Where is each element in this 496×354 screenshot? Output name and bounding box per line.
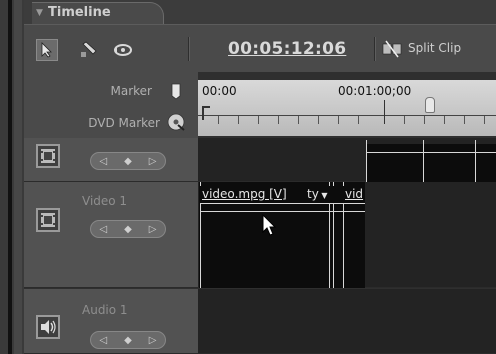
collapse-arrow-icon[interactable]: ▼ [36, 8, 43, 18]
ruler-tick [318, 116, 319, 124]
timeline-window: ▼ Timeline 00:05:12:06 Split Clip Marker… [0, 0, 496, 354]
prev-keyframe-icon[interactable]: ◁ [99, 156, 107, 167]
split-clip-icon[interactable] [382, 40, 402, 58]
current-timecode[interactable]: 00:05:12:06 [228, 39, 346, 59]
add-keyframe-icon[interactable]: ◆ [124, 335, 132, 346]
ruler-header: Marker DVD Marker [24, 72, 198, 138]
panel-title: Timeline [48, 5, 111, 20]
frame-edge-inner [14, 0, 22, 354]
add-keyframe-icon[interactable]: ◆ [124, 156, 132, 167]
ruler-time-mid: 00:01:00;00 [338, 84, 412, 98]
dvd-marker-label: DVD Marker [88, 116, 160, 130]
next-keyframe-icon[interactable]: ▷ [149, 335, 157, 346]
keyframe-navigator[interactable]: ◁ ◆ ▷ [90, 331, 166, 349]
marker-label: Marker [110, 84, 152, 98]
track-name: Video 1 [82, 194, 128, 208]
clip-edge [475, 140, 476, 182]
frame-edge [8, 0, 12, 354]
dvd-marker-icon[interactable] [166, 112, 186, 132]
ruler-baseline [198, 115, 496, 116]
clip-line [366, 152, 496, 153]
keyframe-navigator[interactable]: ◁ ◆ ▷ [90, 220, 166, 238]
toolbar-separator [374, 37, 376, 61]
arrow-icon [41, 42, 52, 58]
ruler-tick [424, 116, 425, 124]
razor-tool-button[interactable] [78, 39, 100, 61]
clip-edge [423, 140, 424, 182]
ruler-tick [278, 116, 279, 124]
clip-opacity-line[interactable] [200, 211, 365, 212]
ruler-tick [484, 116, 485, 124]
clip-upper-track[interactable] [366, 144, 496, 182]
filmstrip-icon[interactable] [36, 208, 60, 232]
ruler-time-start: 00:00 [202, 84, 237, 98]
ruler-tick [444, 116, 445, 124]
ruler-tick [258, 116, 259, 124]
track-header-audio-1: Audio 1 ◁ ◆ ▷ [24, 289, 198, 354]
in-point-marker[interactable] [202, 106, 210, 120]
prev-keyframe-icon[interactable]: ◁ [99, 224, 107, 235]
ruler-tick [358, 116, 359, 124]
ruler-tick [338, 116, 339, 124]
zoom-tool-button[interactable] [112, 39, 134, 61]
next-keyframe-icon[interactable]: ▷ [149, 224, 157, 235]
track-header-video-2: ◁ ◆ ▷ [24, 138, 198, 182]
speaker-icon[interactable] [36, 315, 60, 339]
time-ruler[interactable]: 00:00 00:01:00;00 [198, 80, 496, 136]
track-body-audio-1[interactable] [198, 289, 496, 354]
clip-label[interactable]: video.mpg [V] [202, 187, 287, 201]
split-clip-button[interactable]: Split Clip [408, 41, 461, 55]
toolbar-separator [188, 37, 190, 61]
next-keyframe-icon[interactable]: ▷ [149, 156, 157, 167]
ruler-tick [218, 116, 219, 124]
timeline-toolbar: 00:05:12:06 Split Clip [24, 24, 496, 72]
marker-icon[interactable] [170, 82, 182, 100]
ruler-tick [404, 116, 405, 124]
ruler-tick [384, 100, 385, 124]
razor-icon [81, 41, 97, 57]
keyframe-navigator[interactable]: ◁ ◆ ▷ [90, 152, 166, 170]
ruler-tick [464, 116, 465, 124]
add-keyframe-icon[interactable]: ◆ [124, 224, 132, 235]
track-name: Audio 1 [82, 303, 128, 317]
left-frame [0, 0, 24, 354]
selection-tool-button[interactable] [36, 39, 58, 61]
prev-keyframe-icon[interactable]: ◁ [99, 335, 107, 346]
clip-edge [366, 140, 367, 182]
zoom-icon [114, 44, 132, 56]
clip-dropdown-label: ty [307, 187, 319, 201]
timeline-tab[interactable]: ▼ Timeline [32, 2, 164, 26]
clip-effect-dropdown[interactable]: ty ▼ [307, 187, 328, 201]
dropdown-arrow-icon: ▼ [318, 191, 328, 200]
ruler-tick [238, 116, 239, 124]
next-clip-label[interactable]: vid [345, 187, 363, 201]
track-header-video-1: Video 1 ◁ ◆ ▷ [24, 182, 198, 288]
filmstrip-icon[interactable] [36, 144, 60, 168]
ruler-tick [298, 116, 299, 124]
mouse-cursor-icon [262, 214, 277, 236]
playhead-handle[interactable] [425, 97, 435, 113]
